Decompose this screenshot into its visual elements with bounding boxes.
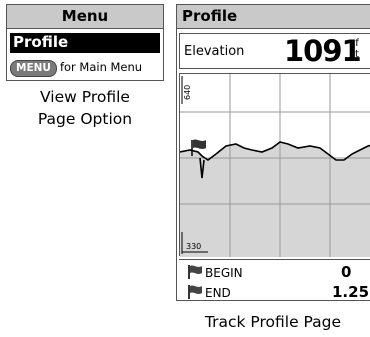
menu-key-button[interactable]: MENU bbox=[10, 60, 57, 77]
profile-graph: 640 330 bbox=[180, 74, 370, 257]
profile-screen: Profile Elevation 1091 f t 640 330 BEGIN… bbox=[176, 4, 370, 301]
elevation-value: 1091 bbox=[284, 34, 362, 68]
caption-track-profile: Track Profile Page bbox=[204, 313, 342, 331]
menu-hint: MENU for Main Menu bbox=[10, 58, 143, 77]
end-label: END bbox=[205, 286, 231, 300]
elevation-unit: f t bbox=[355, 38, 359, 60]
menu-item-profile[interactable]: Profile bbox=[10, 33, 160, 53]
flag-icon bbox=[188, 285, 202, 299]
unit-bottom: t bbox=[355, 49, 359, 60]
page-title: Profile bbox=[177, 5, 370, 29]
caption-view-profile: View Profile Page Option bbox=[6, 86, 164, 130]
menu-panel: Menu Profile MENU for Main Menu bbox=[6, 4, 164, 81]
caption-line-1: View Profile bbox=[40, 88, 130, 106]
menu-hint-text: for Main Menu bbox=[59, 60, 143, 74]
unit-top: f bbox=[355, 38, 359, 49]
scale-bottom-label: 330 bbox=[186, 242, 201, 251]
flag-icon bbox=[188, 265, 202, 279]
end-value: 1.25 bbox=[332, 283, 370, 301]
profile-plot[interactable]: 640 330 bbox=[179, 73, 370, 257]
menu-title: Menu bbox=[7, 5, 163, 29]
begin-value: 0 bbox=[341, 263, 352, 281]
elevation-label: Elevation bbox=[184, 44, 245, 59]
scale-top-label: 640 bbox=[183, 85, 192, 100]
end-row[interactable]: END 1.25 bbox=[187, 283, 370, 301]
begin-label: BEGIN bbox=[205, 266, 243, 280]
elevation-field[interactable]: Elevation 1091 f t bbox=[179, 33, 370, 69]
begin-row[interactable]: BEGIN 0 bbox=[187, 263, 370, 283]
divider bbox=[179, 259, 370, 260]
caption-line-2: Page Option bbox=[37, 110, 133, 128]
